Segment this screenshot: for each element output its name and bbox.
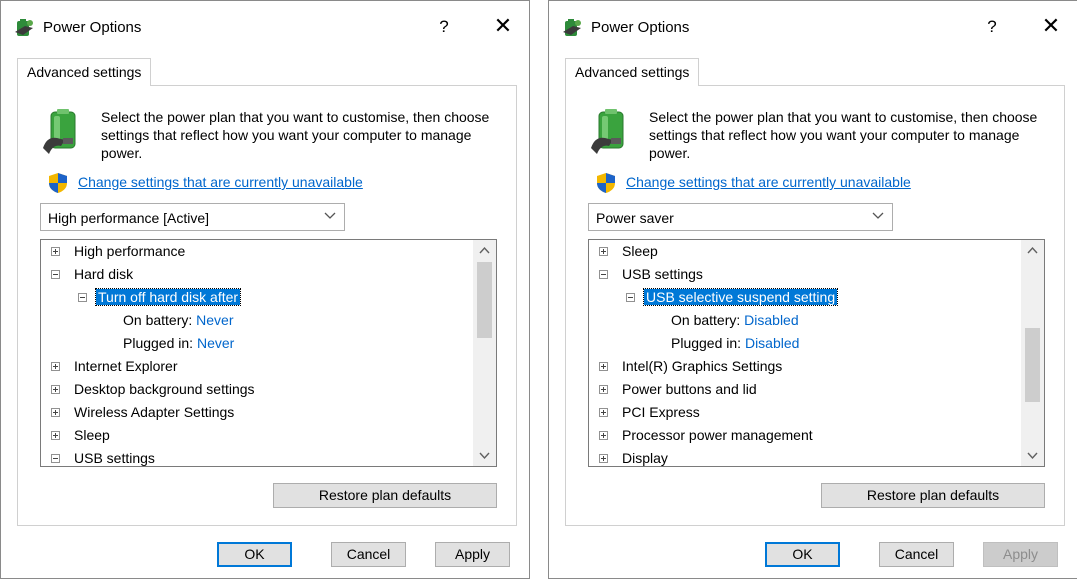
scroll-up-icon[interactable] [1027,246,1038,254]
help-button[interactable]: ? [435,17,453,37]
power-options-window-left: Power Options ? ✕ Advanced settings Sele… [0,0,530,579]
power-options-app-icon [563,19,581,36]
tab-advanced-settings[interactable]: Advanced settings [565,58,700,86]
tree-item-display[interactable]: Display [599,448,668,466]
close-button[interactable]: ✕ [1039,13,1063,39]
power-plan-dropdown[interactable]: High performance [Active] [40,203,345,231]
close-button[interactable]: ✕ [491,13,515,39]
tree-scrollbar[interactable] [1021,240,1044,466]
change-settings-link[interactable]: Change settings that are currently unava… [78,174,363,190]
tree-item-on-battery[interactable]: On battery: Never [123,310,234,332]
restore-plan-defaults-button[interactable]: Restore plan defaults [821,483,1045,508]
title-bar[interactable]: Power Options ? ✕ [549,1,1077,53]
on-battery-value[interactable]: Disabled [744,312,798,328]
advanced-settings-panel: Select the power plan that you want to c… [565,85,1065,526]
on-battery-value[interactable]: Never [196,312,233,328]
settings-tree[interactable]: Sleep USB settings USB selective suspend… [588,239,1045,467]
collapse-minus-icon[interactable] [51,454,60,463]
expand-plus-icon[interactable] [51,408,60,417]
scroll-down-icon[interactable] [479,452,490,460]
tree-item-usb-settings[interactable]: USB settings [599,264,703,286]
uac-shield-icon [49,173,67,193]
ok-button[interactable]: OK [765,542,840,567]
plugged-in-value[interactable]: Never [197,335,234,351]
cancel-button[interactable]: Cancel [331,542,406,567]
expand-plus-icon[interactable] [599,431,608,440]
chevron-down-icon [872,212,884,219]
tree-item-sleep[interactable]: Sleep [51,425,110,447]
expand-plus-icon[interactable] [51,362,60,371]
tree-item-usb-settings[interactable]: USB settings [51,448,155,466]
tree-item-usb-selective-suspend[interactable]: USB selective suspend setting [626,287,839,309]
tree-item-plugged-in[interactable]: Plugged in: Never [123,333,234,355]
restore-plan-defaults-button[interactable]: Restore plan defaults [273,483,497,508]
ok-button[interactable]: OK [217,542,292,567]
plugged-in-value[interactable]: Disabled [745,335,799,351]
selected-plan: Power saver [596,210,674,226]
collapse-minus-icon[interactable] [51,270,60,279]
scrollbar-thumb[interactable] [1025,328,1040,402]
tree-item-turn-off-hard-disk[interactable]: Turn off hard disk after [78,287,242,309]
expand-plus-icon[interactable] [51,247,60,256]
battery-plan-icon [43,109,76,154]
expand-plus-icon[interactable] [599,362,608,371]
tree-item-processor-power[interactable]: Processor power management [599,425,813,447]
tree-item-on-battery[interactable]: On battery: Disabled [671,310,799,332]
uac-shield-icon [597,173,615,193]
cancel-button[interactable]: Cancel [879,542,954,567]
apply-button[interactable]: Apply [435,542,510,567]
expand-plus-icon[interactable] [599,408,608,417]
tree-item-high-performance[interactable]: High performance [51,241,185,263]
window-title: Power Options [43,19,142,36]
expand-plus-icon[interactable] [51,431,60,440]
window-title: Power Options [591,19,690,36]
settings-tree[interactable]: High performance Hard disk Turn off hard… [40,239,497,467]
expand-plus-icon[interactable] [599,385,608,394]
tree-scrollbar[interactable] [473,240,496,466]
expand-plus-icon[interactable] [599,247,608,256]
power-plan-dropdown[interactable]: Power saver [588,203,893,231]
collapse-minus-icon[interactable] [599,270,608,279]
expand-plus-icon[interactable] [599,454,608,463]
tree-item-power-buttons[interactable]: Power buttons and lid [599,379,757,401]
selected-plan: High performance [Active] [48,210,210,226]
tree-item-sleep[interactable]: Sleep [599,241,658,263]
collapse-minus-icon[interactable] [626,293,635,302]
chevron-down-icon [324,212,336,219]
tab-advanced-settings[interactable]: Advanced settings [17,58,152,86]
tree-item-pci-express[interactable]: PCI Express [599,402,700,424]
tree-item-hard-disk[interactable]: Hard disk [51,264,133,286]
advanced-settings-panel: Select the power plan that you want to c… [17,85,517,526]
description-text: Select the power plan that you want to c… [649,109,1038,161]
tree-item-plugged-in[interactable]: Plugged in: Disabled [671,333,799,355]
tree-item-wireless-adapter[interactable]: Wireless Adapter Settings [51,402,234,424]
scrollbar-thumb[interactable] [477,262,492,338]
change-settings-link[interactable]: Change settings that are currently unava… [626,174,911,190]
tree-item-internet-explorer[interactable]: Internet Explorer [51,356,178,378]
tree-item-intel-graphics[interactable]: Intel(R) Graphics Settings [599,356,782,378]
scroll-down-icon[interactable] [1027,452,1038,460]
collapse-minus-icon[interactable] [78,293,87,302]
title-bar[interactable]: Power Options ? ✕ [1,1,529,53]
description-text: Select the power plan that you want to c… [101,109,490,161]
tree-item-desktop-background[interactable]: Desktop background settings [51,379,255,401]
battery-plan-icon [591,109,624,154]
apply-button[interactable]: Apply [983,542,1058,567]
expand-plus-icon[interactable] [51,385,60,394]
help-button[interactable]: ? [983,17,1001,37]
scroll-up-icon[interactable] [479,246,490,254]
power-options-window-right: Power Options ? ✕ Advanced settings Sele… [548,0,1077,579]
power-options-app-icon [15,19,33,36]
